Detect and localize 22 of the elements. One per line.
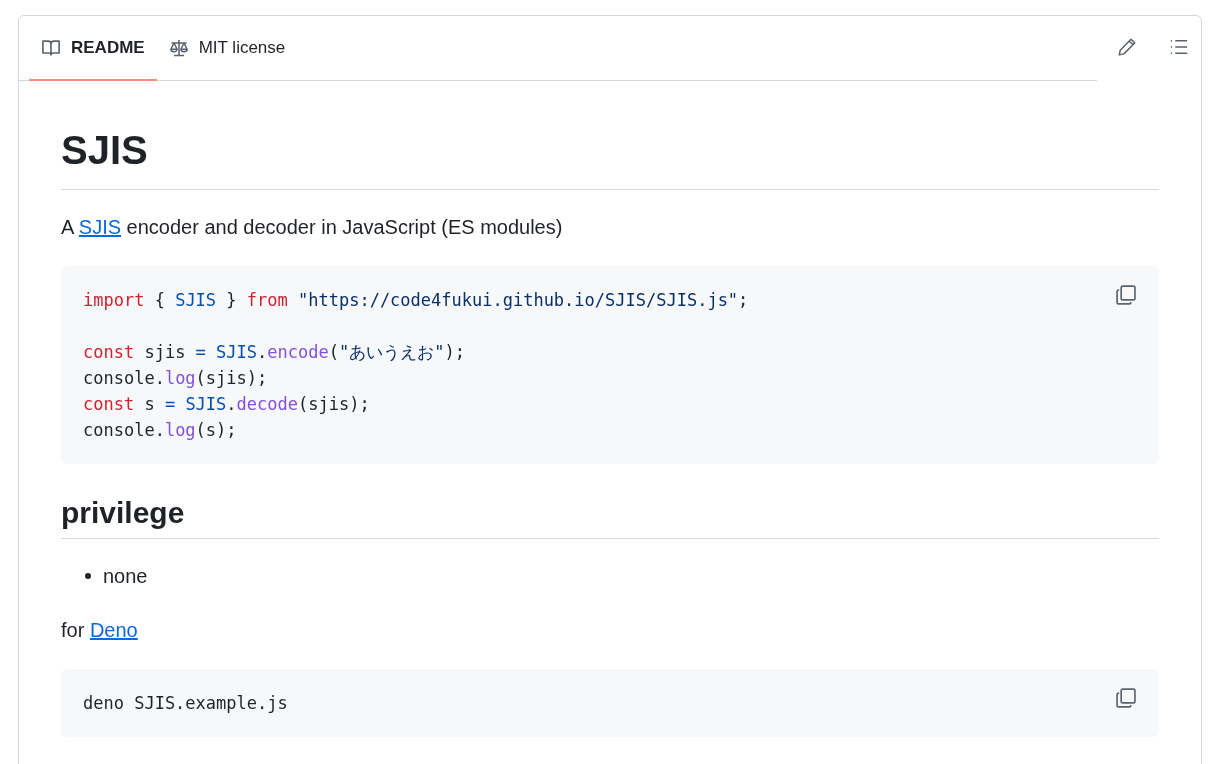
code-line: deno SJIS.example.js (83, 691, 288, 715)
heading: privilege (61, 494, 1159, 539)
paragraph: for Deno (61, 617, 139, 643)
code-line: console.log(s); (83, 419, 238, 442)
outline-icon[interactable] (1169, 37, 1189, 57)
link[interactable]: SJIS (78, 216, 122, 238)
tab[interactable]: README (29, 16, 157, 81)
copy-icon[interactable] (1115, 686, 1137, 709)
edit-icon[interactable] (1117, 37, 1137, 57)
code-line: console.log(sjis); (83, 367, 269, 390)
paragraph: A SJIS encoder and decoder in JavaScript (ES modules) (61, 215, 564, 240)
link[interactable]: Deno (89, 618, 138, 641)
copy-icon[interactable] (1115, 284, 1137, 306)
heading: SJIS (61, 125, 1159, 190)
scale-icon (168, 37, 189, 58)
list-item: none (103, 563, 148, 589)
code-line: import { SJIS } from "https://code4fukui.github.io/SJIS/SJIS.js"; (83, 289, 749, 312)
bullet-icon (85, 572, 91, 579)
tab[interactable]: MIT license (156, 16, 298, 81)
code-line: const s = SJIS.decode(sjis); (83, 393, 371, 416)
book-icon (41, 37, 61, 58)
code-line: const sjis = SJIS.encode("あいうえお"); (83, 341, 466, 364)
